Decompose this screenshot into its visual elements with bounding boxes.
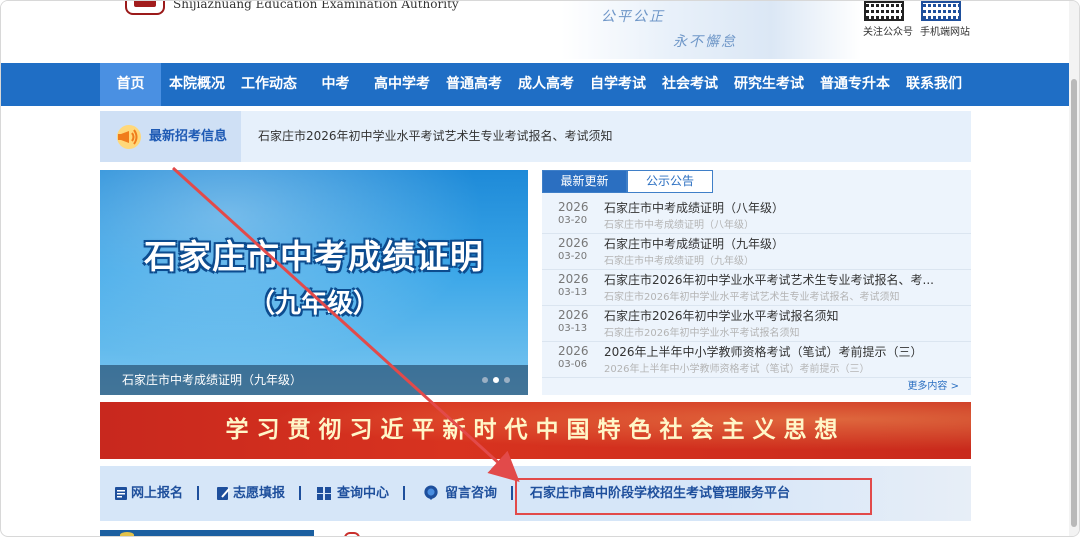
query-center-link[interactable]: 查询中心 [337, 466, 389, 521]
nav-item-4[interactable]: 高中学考 [366, 63, 438, 106]
nav-item-11[interactable]: 联系我们 [898, 63, 970, 106]
news-panel: 最新更新 公示公告 2026 03-20 石家庄市中考成绩证明（八年级） 石家庄市中考… [542, 170, 971, 395]
notice-title: 最新招考信息 [149, 129, 228, 144]
news-title[interactable]: 2026年上半年中小学教师资格考试（笔试）考前提示（三） [604, 343, 934, 360]
news-title[interactable]: 石家庄市2026年初中学业水平考试艺术生专业考试报名、考... [604, 271, 934, 288]
mobile-site-qr-code-icon [921, 1, 961, 21]
news-year: 2026 [558, 344, 589, 358]
slider-dot-active[interactable] [493, 377, 499, 383]
slider-headline: 石家庄市中考成绩证明 [144, 237, 484, 276]
news-subtitle: 石家庄市中考成绩证明（八年级） [604, 220, 754, 231]
theme-banner[interactable]: 学习贯彻习近平新时代中国特色社会主义思想 [100, 402, 971, 459]
site-name-english: Shijiazhuang Education Examination Autho… [173, 0, 459, 11]
nav-item-8[interactable]: 社会考试 [654, 63, 726, 106]
header-slogan-1: 公平公正 [601, 9, 665, 25]
news-row[interactable]: 2026 03-06 2026年上半年中小学教师资格考试（笔试）考前提示（三） 202… [542, 342, 971, 378]
megaphone-icon [117, 125, 141, 149]
volunteer-form-icon [217, 487, 230, 500]
news-subtitle: 石家庄市2026年初中学业水平考试报名须知 [604, 328, 800, 339]
news-date: 03-20 [558, 215, 588, 226]
news-row[interactable]: 2026 03-20 石家庄市中考成绩证明（八年级） 石家庄市中考成绩证明（八年级） [542, 198, 971, 234]
bottom-emblem-partial [344, 532, 360, 536]
image-slider[interactable]: 石家庄市中考成绩证明 （九年级） 石家庄市中考成绩证明（九年级） [100, 170, 528, 395]
scrollbar-thumb[interactable] [1071, 79, 1077, 527]
news-year: 2026 [558, 236, 589, 250]
divider [403, 486, 405, 500]
slider-dot[interactable] [504, 377, 510, 383]
header-slogan-2: 永不懈怠 [673, 34, 737, 50]
news-subtitle: 石家庄市中考成绩证明（九年级） [604, 256, 754, 267]
news-row[interactable]: 2026 03-13 石家庄市2026年初中学业水平考试艺术生专业考试报名、考...… [542, 270, 971, 306]
news-date: 03-20 [558, 251, 588, 262]
slider-caption-bar: 石家庄市中考成绩证明（九年级） [100, 365, 528, 395]
news-title[interactable]: 石家庄市中考成绩证明（九年级） [604, 235, 934, 252]
news-title[interactable]: 石家庄市2026年初中学业水平考试报名须知 [604, 307, 934, 324]
site-logo[interactable] [125, 1, 165, 15]
mobile-qr-label: 手机端网站 [920, 27, 970, 38]
nav-item-9[interactable]: 研究生考试 [726, 63, 812, 106]
nav-item-6[interactable]: 成人高考 [510, 63, 582, 106]
latest-notice-bar: 最新招考信息 石家庄市2026年初中学业水平考试艺术生专业考试报名、考试须知 [100, 111, 971, 162]
divider [511, 486, 513, 500]
news-subtitle: 2026年上半年中小学教师资格考试（笔试）考前提示（三） [604, 364, 870, 375]
news-tabs: 最新更新 公示公告 [542, 170, 713, 193]
registration-icon [115, 487, 127, 500]
news-date: 03-13 [558, 287, 588, 298]
main-navigation: 首页 本院概况 工作动态 中考 高中学考 普通高考 成人高考 自学考试 社会考试 研究生考试 普通专… [1, 63, 1071, 106]
site-header: Shijiazhuang Education Examination Autho… [1, 1, 1071, 63]
page-scrollbar[interactable] [1069, 1, 1079, 536]
news-date: 03-13 [558, 323, 588, 334]
nav-item-7[interactable]: 自学考试 [582, 63, 654, 106]
news-date: 03-06 [558, 359, 588, 370]
slider-subline: （九年级） [248, 289, 379, 319]
notice-tag: 最新招考信息 [100, 111, 241, 162]
news-year: 2026 [558, 308, 589, 322]
theme-banner-text: 学习贯彻习近平新时代中国特色社会主义思想 [225, 417, 846, 443]
divider [197, 486, 199, 500]
news-row[interactable]: 2026 03-20 石家庄市中考成绩证明（九年级） 石家庄市中考成绩证明（九年级） [542, 234, 971, 270]
news-subtitle: 石家庄市2026年初中学业水平考试艺术生专业考试报名、考试须知 [604, 292, 900, 303]
notice-scroll-link[interactable]: 石家庄市2026年初中学业水平考试艺术生专业考试报名、考试须知 [258, 111, 613, 162]
nav-items: 首页 本院概况 工作动态 中考 高中学考 普通高考 成人高考 自学考试 社会考试 研究生考试 普通专… [100, 63, 970, 106]
slider-dot[interactable] [482, 377, 488, 383]
news-row[interactable]: 2026 03-13 石家庄市2026年初中学业水平考试报名须知 石家庄市2026年初… [542, 306, 971, 342]
news-title[interactable]: 石家庄市中考成绩证明（八年级） [604, 199, 934, 216]
annotation-highlight-box [515, 478, 872, 515]
tab-latest-updates[interactable]: 最新更新 [542, 170, 627, 193]
divider [299, 486, 301, 500]
nav-item-3[interactable]: 中考 [305, 63, 366, 106]
nav-item-10[interactable]: 普通专升本 [812, 63, 898, 106]
bottom-banner-partial [100, 530, 314, 536]
nav-item-5[interactable]: 普通高考 [438, 63, 510, 106]
slider-caption[interactable]: 石家庄市中考成绩证明（九年级） [122, 365, 302, 395]
browser-page: Shijiazhuang Education Examination Autho… [0, 0, 1080, 537]
wechat-qr-code-icon [864, 1, 904, 21]
slider-pagination [482, 377, 510, 383]
message-consult-link[interactable]: 留言咨询 [445, 466, 497, 521]
news-year: 2026 [558, 200, 589, 214]
message-bubble-icon [424, 485, 438, 500]
volunteer-filling-link[interactable]: 志愿填报 [233, 466, 285, 521]
news-year: 2026 [558, 272, 589, 286]
nav-item-0[interactable]: 首页 [100, 63, 161, 106]
wechat-qr-label: 关注公众号 [863, 27, 913, 38]
online-registration-link[interactable]: 网上报名 [131, 466, 183, 521]
tab-public-notices[interactable]: 公示公告 [627, 170, 713, 193]
query-grid-icon [317, 487, 331, 500]
more-content-link[interactable]: 更多内容 > [907, 377, 959, 392]
nav-item-2[interactable]: 工作动态 [233, 63, 305, 106]
nav-item-1[interactable]: 本院概况 [161, 63, 233, 106]
news-list: 2026 03-20 石家庄市中考成绩证明（八年级） 石家庄市中考成绩证明（八年级） 2… [542, 198, 971, 378]
